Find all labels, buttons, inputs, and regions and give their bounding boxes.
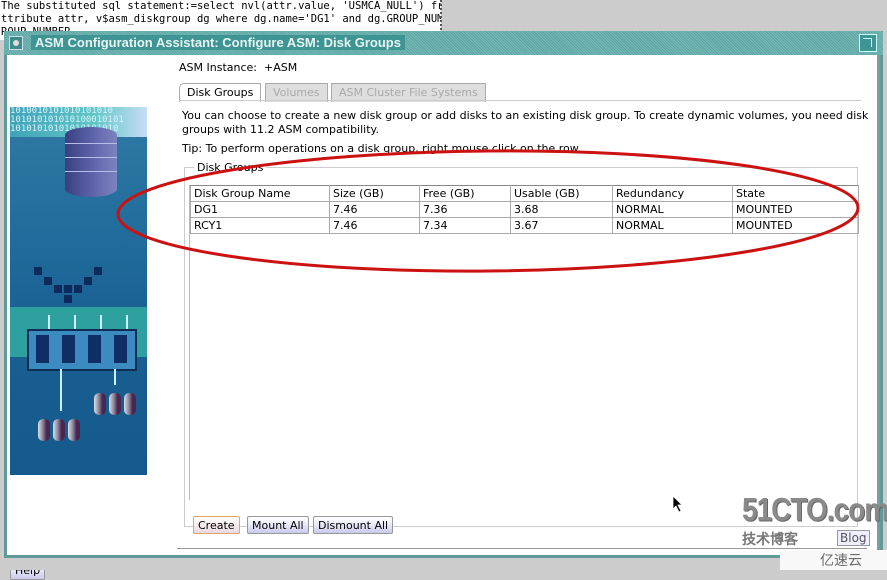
terminal-scrollbar[interactable]: [440, 0, 444, 30]
disk-icon: [94, 393, 106, 415]
disk-groups-panel-title: Disk Groups: [194, 161, 267, 174]
database-icon: [65, 127, 117, 197]
table-row[interactable]: RCY1 7.46 7.34 3.67 NORMAL MOUNTED: [190, 217, 859, 234]
mount-all-button[interactable]: Mount All: [247, 516, 309, 534]
window-right-border: [877, 55, 880, 555]
create-button[interactable]: Create: [193, 516, 240, 534]
cell-size: 7.46: [329, 217, 420, 234]
column-header-name[interactable]: Disk Group Name: [190, 185, 330, 202]
cell-redundancy: NORMAL: [612, 217, 733, 234]
tip-text: Tip: To perform operations on a disk gro…: [182, 142, 582, 155]
watermark-brand: 亿速云: [780, 550, 887, 570]
disk-icon: [53, 419, 65, 441]
cell-size: 7.46: [329, 201, 420, 218]
disk-icon: [124, 393, 136, 415]
cell-state: MOUNTED: [732, 201, 859, 218]
column-header-size[interactable]: Size (GB): [329, 185, 420, 202]
cell-free: 7.36: [419, 201, 511, 218]
column-header-state[interactable]: State: [732, 185, 859, 202]
cell-name: RCY1: [190, 217, 330, 234]
maximize-icon[interactable]: [859, 34, 877, 52]
table-header: Disk Group Name Size (GB) Free (GB) Usab…: [190, 185, 859, 202]
window-menu-icon[interactable]: [9, 36, 23, 50]
asm-illustration: 1010010101010101010 10101010101010001010…: [10, 107, 147, 475]
cell-state: MOUNTED: [732, 217, 859, 234]
cell-usable: 3.67: [510, 217, 613, 234]
terminal-line: The substituted sql statement:=select nv…: [1, 0, 441, 12]
disk-icon: [109, 393, 121, 415]
disk-groups-table[interactable]: Disk Group Name Size (GB) Free (GB) Usab…: [190, 185, 859, 234]
watermark-blog: Blog: [837, 530, 870, 546]
column-header-free[interactable]: Free (GB): [419, 185, 511, 202]
window-title: ASM Configuration Assistant: Configure A…: [31, 35, 405, 50]
cell-redundancy: NORMAL: [612, 201, 733, 218]
cell-name: DG1: [190, 201, 330, 218]
disk-icon: [38, 419, 50, 441]
disk-array-icon: [27, 329, 137, 371]
terminal-line: ttribute attr, v$asm_diskgroup dg where …: [1, 13, 441, 25]
description-text: You can choose to create a new disk grou…: [182, 109, 869, 122]
table-row[interactable]: DG1 7.46 7.36 3.68 NORMAL MOUNTED: [190, 201, 859, 218]
title-bar[interactable]: ASM Configuration Assistant: Configure A…: [4, 31, 883, 55]
column-header-redundancy[interactable]: Redundancy: [612, 185, 733, 202]
dialog-content: 1010010101010101010 10101010101010001010…: [7, 55, 880, 580]
cell-free: 7.34: [419, 217, 511, 234]
dismount-all-button[interactable]: Dismount All: [313, 516, 394, 534]
watermark-subtitle: 技术博客: [742, 532, 798, 548]
asm-instance-label: ASM Instance: +ASM: [179, 61, 298, 74]
asmca-window: ASM Configuration Assistant: Configure A…: [4, 31, 883, 580]
watermark-site: 51CTO.com: [742, 491, 887, 528]
column-header-usable[interactable]: Usable (GB): [510, 185, 613, 202]
asm-instance-value: +ASM: [264, 61, 298, 74]
cell-usable: 3.68: [510, 201, 613, 218]
description-text-cont: groups with 11.2 ASM compatibility.: [182, 123, 379, 136]
disk-icon: [68, 419, 80, 441]
mouse-pointer-icon: [672, 495, 683, 513]
